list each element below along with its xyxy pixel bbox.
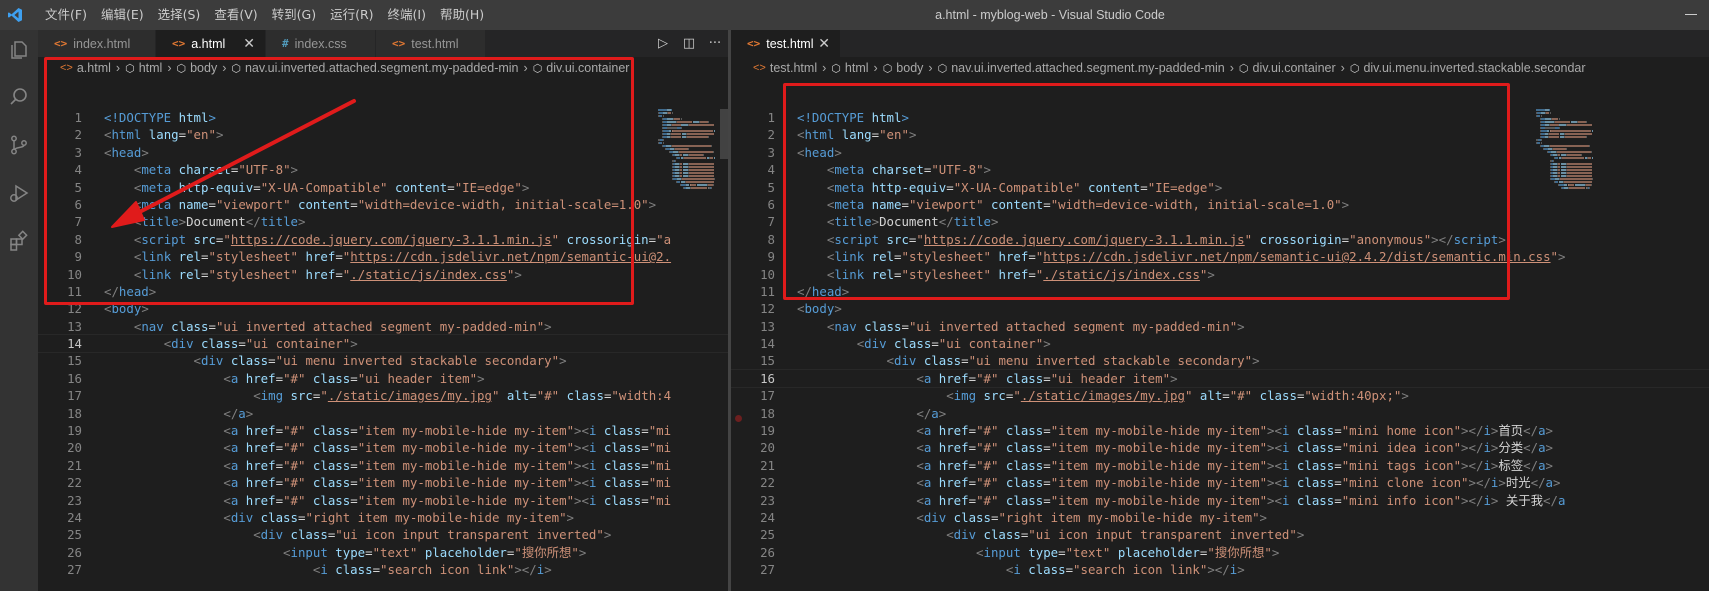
annotation-arrow (111, 99, 356, 228)
